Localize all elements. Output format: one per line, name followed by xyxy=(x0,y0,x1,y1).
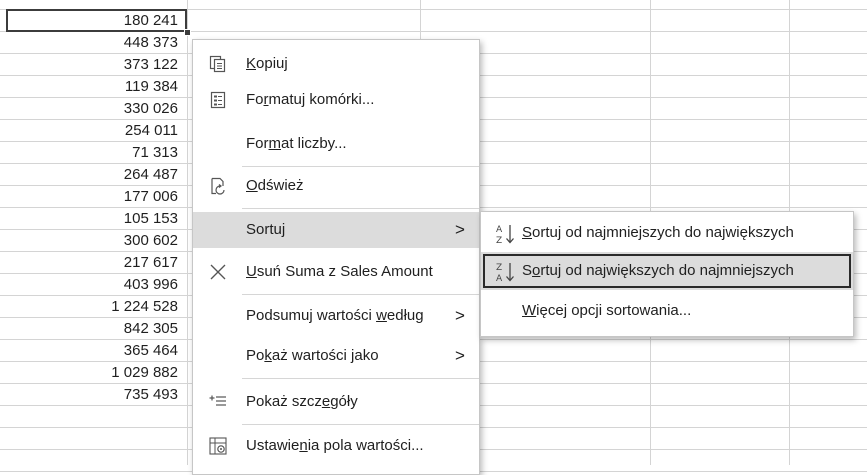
menu-item-show-details-label: Pokaż szczegóły xyxy=(246,393,358,410)
sort-z-to-a-icon: Z A xyxy=(496,263,514,283)
close-icon xyxy=(210,264,226,280)
value-cell[interactable]: 177 006 xyxy=(6,186,182,208)
context-menu: Kopiuj Formatuj komórki... Format liczby… xyxy=(192,39,480,475)
field-settings-icon xyxy=(209,437,227,455)
menu-item-sort-label: Sortuj xyxy=(246,221,286,238)
format-cells-icon xyxy=(210,91,226,109)
more-sort-options-item[interactable]: Więcej opcji sortowania... xyxy=(481,292,853,330)
value-cell[interactable]: 254 011 xyxy=(6,120,182,142)
value-cell[interactable]: 300 602 xyxy=(6,230,182,252)
menu-separator xyxy=(242,208,479,209)
sort-ascending-label: Sortuj od najmniejszych do największych xyxy=(522,224,794,241)
value-cell[interactable]: 842 305 xyxy=(6,318,182,340)
chevron-right-icon: > xyxy=(455,220,465,239)
chevron-right-icon: > xyxy=(455,306,465,325)
menu-item-value-field-settings[interactable]: Ustawienia pola wartości... xyxy=(193,428,479,464)
value-cell[interactable]: 735 493 xyxy=(6,384,182,406)
chevron-right-icon: > xyxy=(455,346,465,365)
value-cell[interactable]: 1 029 882 xyxy=(6,362,182,384)
svg-text:A: A xyxy=(496,225,503,235)
value-cell[interactable]: 105 153 xyxy=(6,208,182,230)
menu-item-summarize-by[interactable]: Podsumuj wartości według > xyxy=(193,298,479,334)
sort-submenu: A Z Sortuj od najmniejszych do największ… xyxy=(480,211,854,337)
menu-item-copy[interactable]: Kopiuj xyxy=(193,46,479,82)
svg-text:Z: Z xyxy=(496,236,502,245)
menu-separator xyxy=(242,424,479,425)
menu-item-sort[interactable]: Sortuj > xyxy=(193,212,479,248)
copy-icon xyxy=(209,55,226,73)
value-cell[interactable]: 264 487 xyxy=(6,164,182,186)
menu-separator xyxy=(242,378,479,379)
value-cell[interactable]: 330 026 xyxy=(6,98,182,120)
value-cell[interactable]: 217 617 xyxy=(6,252,182,274)
column-gridline xyxy=(187,0,188,465)
menu-item-format-cells-label: Formatuj komórki... xyxy=(246,91,375,108)
value-cell[interactable]: 71 313 xyxy=(6,142,182,164)
value-cell[interactable]: 119 384 xyxy=(6,76,182,98)
menu-item-value-field-settings-label: Ustawienia pola wartości... xyxy=(246,437,424,454)
svg-text:A: A xyxy=(496,274,503,283)
menu-item-show-values-as-label: Pokaż wartości jako xyxy=(246,347,379,364)
value-cell[interactable]: 373 122 xyxy=(6,54,182,76)
menu-item-remove-field[interactable]: Usuń Suma z Sales Amount xyxy=(193,254,479,290)
show-details-icon xyxy=(209,395,226,406)
value-cell[interactable]: 403 996 xyxy=(6,274,182,296)
sort-descending-label: Sortuj od największych do najmniejszych xyxy=(522,262,794,279)
menu-item-format-cells[interactable]: Formatuj komórki... xyxy=(193,82,479,118)
svg-text:Z: Z xyxy=(496,263,502,273)
value-cell[interactable]: 1 224 528 xyxy=(6,296,182,318)
value-cell[interactable]: 365 464 xyxy=(6,340,182,362)
fill-handle[interactable] xyxy=(184,29,191,36)
sort-descending-item[interactable]: Z A Sortuj od największych do najmniejsz… xyxy=(481,252,853,290)
menu-item-remove-field-label: Usuń Suma z Sales Amount xyxy=(246,263,433,280)
sort-ascending-item[interactable]: A Z Sortuj od najmniejszych do największ… xyxy=(481,214,853,252)
menu-item-number-format[interactable]: Format liczby... xyxy=(193,126,479,162)
menu-item-summarize-by-label: Podsumuj wartości według xyxy=(246,307,424,324)
value-cell[interactable]: 448 373 xyxy=(6,32,182,54)
menu-item-show-details[interactable]: Pokaż szczegóły xyxy=(193,384,479,420)
menu-item-refresh-label: Odśwież xyxy=(246,177,304,194)
active-cell-border xyxy=(6,9,187,32)
sort-a-to-z-icon: A Z xyxy=(496,225,514,245)
menu-separator xyxy=(242,294,479,295)
menu-item-refresh[interactable]: Odśwież xyxy=(193,168,479,204)
menu-item-number-format-label: Format liczby... xyxy=(246,135,347,152)
more-sort-options-label: Więcej opcji sortowania... xyxy=(522,302,692,319)
menu-separator xyxy=(242,166,479,167)
menu-item-copy-label: Kopiuj xyxy=(246,55,288,72)
refresh-icon xyxy=(211,177,225,195)
menu-item-show-values-as[interactable]: Pokaż wartości jako > xyxy=(193,338,479,374)
